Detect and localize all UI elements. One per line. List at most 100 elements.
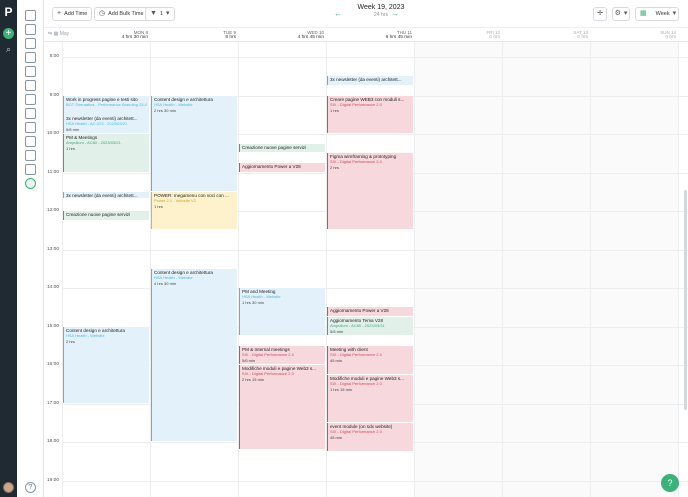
sync-icon[interactable] xyxy=(25,136,36,147)
time-entry[interactable]: Aggiornamento Power a V28 xyxy=(327,307,413,316)
time-entry-duration: 5/6 min xyxy=(242,357,256,363)
hour-label: 10:00 xyxy=(46,131,59,136)
user-avatar[interactable] xyxy=(3,482,14,493)
search-icon[interactable]: ⌕ xyxy=(3,44,14,55)
day-total-hours: 8 hrs xyxy=(225,35,236,40)
time-tracking-icon[interactable] xyxy=(25,178,36,189)
time-entry[interactable]: Creazione nuove pagine servizi xyxy=(239,143,325,153)
quick-add-icon[interactable]: + xyxy=(3,28,14,39)
time-entry-title: Creazione nuove pagine servizi xyxy=(242,144,307,150)
settings-button[interactable]: ⚙ ▾ xyxy=(612,7,630,21)
time-entry[interactable]: Figma wireframing & prototyping SIX - Dig… xyxy=(327,153,413,230)
reports-icon[interactable] xyxy=(25,108,36,119)
time-entry-duration: 2 hrs 15 min xyxy=(242,377,265,383)
time-entry-duration: 2 hrs xyxy=(330,165,339,171)
app-root: P + ⌕ ? + Add Time ◷ Add Bulk Time ▼ 1 ▾… xyxy=(0,0,688,497)
view-icon[interactable] xyxy=(25,80,36,91)
time-entry-duration: 1 hrs xyxy=(154,203,163,209)
time-entry[interactable]: Aggiornamento Power a V28 xyxy=(239,162,325,172)
projects-icon[interactable] xyxy=(25,38,36,49)
main-sidebar: P + ⌕ xyxy=(0,0,17,497)
day-column-header[interactable]: FRI 12 0 hrs xyxy=(414,30,502,42)
time-entry-project: Power 2.0 - Website V2 xyxy=(154,197,196,203)
time-entry[interactable]: Meeting with client SIX - Digital Perform… xyxy=(327,345,413,374)
help-icon[interactable]: ? xyxy=(25,482,36,493)
time-entry[interactable]: 3x newsletter (da eventi) architett... HS… xyxy=(63,114,149,133)
documents-icon[interactable] xyxy=(25,150,36,161)
week-grid[interactable]: 8:00 9:00 10:00 11:00 12:00 13:00 14:00 15:00 16… xyxy=(44,42,688,497)
time-entry[interactable]: Creare pagine WEB3 con moduli s... SIX - … xyxy=(327,95,413,133)
chat-support-icon[interactable]: ? xyxy=(661,474,679,492)
time-entry-duration: 2 hrs xyxy=(66,338,75,344)
day-column-header[interactable]: THU 11 6 hrs 45 min xyxy=(326,30,414,42)
clients-icon[interactable] xyxy=(25,52,36,63)
time-entry[interactable]: Modifiche moduli e pagine Web3 s... SIX -… xyxy=(327,374,413,422)
day-total-hours: 6 hrs 45 min xyxy=(385,35,412,40)
time-entry-duration: 1 hrs xyxy=(330,107,339,113)
time-entry-project: SIX - Digital Performance 2.0 xyxy=(330,101,382,107)
time-entry[interactable]: 3x newsletter (da eventi) architett... xyxy=(327,76,413,85)
app-logo[interactable]: P xyxy=(2,6,15,19)
time-entry-duration: 1 hrs 15 min xyxy=(330,386,353,392)
weekend-column xyxy=(502,42,590,497)
calendar-icon: ▦ xyxy=(640,10,647,17)
invoices-icon[interactable] xyxy=(25,122,36,133)
clock-icon: ◷ xyxy=(99,10,106,17)
time-entry-duration: 45 min xyxy=(330,434,343,440)
week-total: 24 hrs xyxy=(374,12,388,18)
tasks-icon[interactable] xyxy=(25,24,36,35)
time-entry[interactable]: POWER: megamenu con voci con ... Power 2.… xyxy=(151,191,237,230)
day-column-header[interactable]: TUE 98 hrs xyxy=(150,30,238,42)
chart-icon[interactable] xyxy=(25,164,36,175)
hour-label: 15:00 xyxy=(46,323,59,329)
time-entry[interactable]: PM & Internal meetings SIX - Digital Perf… xyxy=(239,345,325,364)
scrollbar[interactable] xyxy=(684,190,687,410)
time-entry-duration: 45 min xyxy=(330,357,343,363)
time-entry-title: Aggiornamento Power a V28 xyxy=(242,163,301,169)
view-select[interactable]: ▦ Week ▾ xyxy=(635,7,679,21)
time-entry[interactable]: PM & Meetings Ampullum - AC80 - 2023/03/2… xyxy=(63,134,149,172)
time-entry-duration: 1 hrs 30 min xyxy=(242,300,265,306)
time-entry[interactable]: PM and Meeting HSA Health - Website 1 hrs … xyxy=(239,288,325,336)
next-week-icon[interactable]: → xyxy=(391,9,399,18)
time-entry[interactable]: Content design e architettura HSA Health … xyxy=(63,326,149,403)
time-entry-title: 3x newsletter (da eventi) architett... xyxy=(66,192,138,198)
time-entry-project: HSA Health - Website xyxy=(66,332,105,338)
week-navigator: Week 19, 2023 24 hrs xyxy=(336,3,426,18)
time-entry-duration: 5/6 min xyxy=(330,329,344,335)
add-bulk-time-button[interactable]: ◷ Add Bulk Time xyxy=(94,7,149,21)
day-column-header[interactable]: WED 10 4 hrs 45 min xyxy=(238,30,326,42)
day-header: ⇆ ▦ May MON 84 hrs 30 min TUE 98 hrs WED 1… xyxy=(44,28,688,42)
people-icon[interactable] xyxy=(25,66,36,77)
add-time-button[interactable]: + Add Time xyxy=(52,7,93,21)
day-total-hours: 0 hrs xyxy=(577,35,588,40)
time-entry[interactable]: Content design e architettura HSA Health … xyxy=(151,95,237,191)
home-icon[interactable] xyxy=(25,10,36,21)
crosshair-icon: ✛ xyxy=(597,10,603,17)
time-entry[interactable]: 3x newsletter (da eventi) architett... xyxy=(63,191,149,199)
time-entry-duration: 5/6 min xyxy=(66,126,80,132)
hour-label: 8:00 xyxy=(49,54,59,59)
time-entry[interactable]: event module (on sdx website) SIX - Digit… xyxy=(327,422,413,451)
hour-label: 17:00 xyxy=(46,400,59,406)
day-total-hours: 4 hrs 30 min xyxy=(121,35,148,40)
time-entry[interactable]: Content design e architettura HSA Health … xyxy=(151,268,237,441)
filter-button[interactable]: ▼ 1 ▾ xyxy=(145,7,175,21)
hour-line xyxy=(62,249,688,251)
add-time-label: Add Time xyxy=(64,11,88,17)
time-entry[interactable]: Aggiornamento Tema V28 Ampullum - AC80 - … xyxy=(327,316,413,336)
time-entry-project: Ampullum - AC80 - 2023/03/21 xyxy=(66,140,121,146)
day-column-header[interactable]: MON 84 hrs 30 min xyxy=(62,30,150,42)
day-column-header[interactable]: SUN 14 0 hrs xyxy=(590,30,678,42)
globe-icon[interactable] xyxy=(25,94,36,105)
time-entry-title: Work in progress pagine e testi sito xyxy=(66,96,138,102)
week-title[interactable]: Week 19, 2023 xyxy=(336,3,426,12)
locate-button[interactable]: ✛ xyxy=(593,7,607,21)
weekend-column xyxy=(414,42,502,497)
gear-icon: ⚙ xyxy=(614,10,621,17)
time-entry-project: HSA Health - Website xyxy=(154,101,193,107)
nav-rail: ? xyxy=(17,0,44,497)
time-entry[interactable]: Creazione nuove pagine servizi xyxy=(63,211,149,220)
time-entry[interactable]: Modifiche moduli e pagine Web3 s... SIX -… xyxy=(239,365,325,449)
day-column-header[interactable]: SAT 13 0 hrs xyxy=(502,30,590,42)
